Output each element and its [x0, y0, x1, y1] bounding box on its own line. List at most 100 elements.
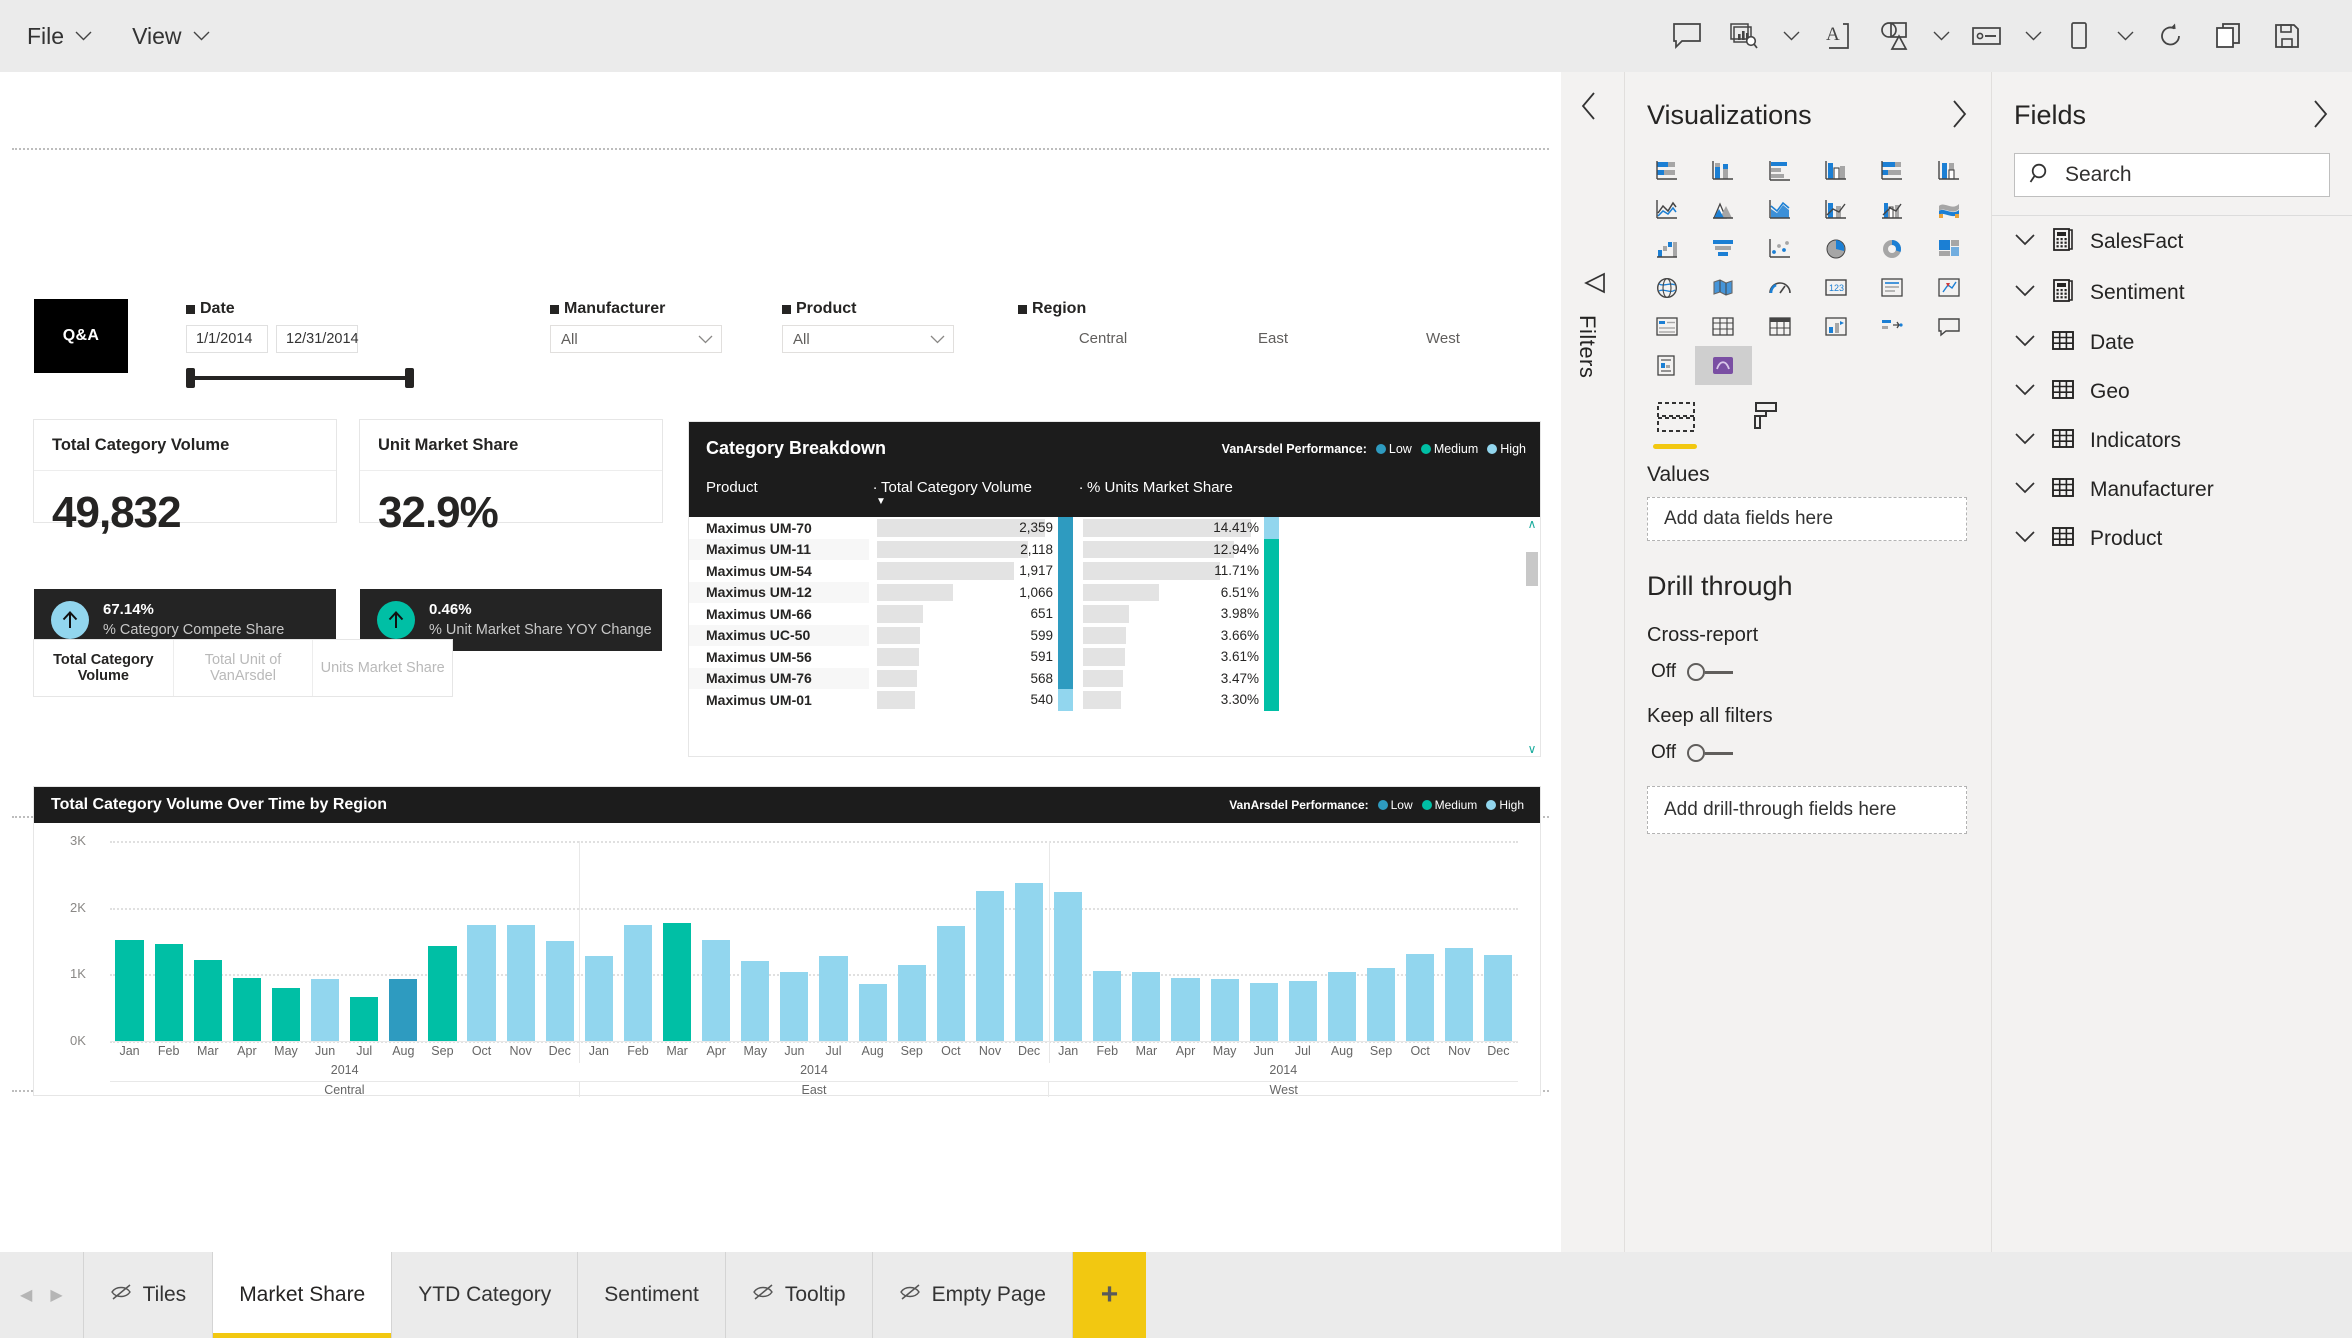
- custom-visual-icon[interactable]: [1695, 346, 1752, 385]
- refresh-icon[interactable]: [2142, 12, 2200, 60]
- table-row[interactable]: Maximus UM-12 1,066 6.51%: [689, 581, 1540, 603]
- line-chart-icon[interactable]: [1639, 190, 1695, 229]
- chart-bar[interactable]: [819, 956, 848, 1041]
- kpi-card-total-category-volume[interactable]: Total Category Volume 49,832: [34, 420, 336, 537]
- phone-layout-chevron-down-icon[interactable]: [2108, 12, 2142, 60]
- stacked-bar-chart-icon[interactable]: [1639, 151, 1695, 190]
- date-end-input[interactable]: 12/31/2014: [276, 325, 359, 353]
- clustered-column-chart-icon[interactable]: [1808, 151, 1864, 190]
- matrix-icon[interactable]: [1752, 307, 1808, 346]
- table-scrollbar[interactable]: [1526, 552, 1538, 586]
- region-item-east[interactable]: East: [1188, 330, 1358, 347]
- table-scroll-down-icon[interactable]: ∨: [1525, 742, 1539, 756]
- visual-gallery-icon[interactable]: [1716, 12, 1774, 60]
- measure-tab-total-category-volume[interactable]: Total Category Volume: [34, 640, 174, 696]
- table-row[interactable]: Maximus UM-54 1,917 11.71%: [689, 560, 1540, 582]
- multi-row-card-icon[interactable]: [1864, 268, 1920, 307]
- table-row[interactable]: Maximus UM-70 2,359 14.41%: [689, 517, 1540, 539]
- slicer-icon[interactable]: [1639, 307, 1695, 346]
- measure-tab-units-market-share[interactable]: Units Market Share: [313, 640, 452, 696]
- table-row[interactable]: Maximus UM-66 651 3.98%: [689, 603, 1540, 625]
- filters-pane-label[interactable]: Filters: [1574, 315, 1600, 378]
- stacked-area-chart-icon[interactable]: [1752, 190, 1808, 229]
- line-stacked-column-chart-icon[interactable]: [1808, 190, 1864, 229]
- save-icon[interactable]: [2258, 12, 2316, 60]
- chart-bar[interactable]: [1054, 892, 1083, 1041]
- 100-stacked-bar-chart-icon[interactable]: [1864, 151, 1920, 190]
- fields-table-geo[interactable]: Geo: [1992, 367, 2352, 416]
- cross-report-toggle[interactable]: [1687, 662, 1733, 682]
- slider-handle-left[interactable]: [186, 368, 195, 388]
- r-script-visual-icon[interactable]: [1808, 307, 1864, 346]
- page-tab-empty-page[interactable]: Empty Page: [871, 1252, 1072, 1338]
- kpi-icon[interactable]: [1921, 268, 1977, 307]
- table-icon[interactable]: [1695, 307, 1751, 346]
- format-tab[interactable]: [1741, 401, 1787, 447]
- page-tab-market-share[interactable]: Market Share: [212, 1252, 392, 1338]
- page-tab-ytd-category[interactable]: YTD Category: [391, 1252, 578, 1338]
- line-clustered-column-chart-icon[interactable]: [1864, 190, 1920, 229]
- chart-bar[interactable]: [545, 941, 574, 1041]
- chart-bar[interactable]: [858, 983, 887, 1041]
- chart-bar[interactable]: [271, 988, 301, 1041]
- values-well-dropzone[interactable]: Add data fields here: [1647, 497, 1967, 541]
- fields-table-product[interactable]: Product: [1992, 514, 2352, 563]
- table-row[interactable]: Maximus UM-76 568 3.47%: [689, 667, 1540, 689]
- filter-funnel-icon[interactable]: [1581, 272, 1607, 297]
- clustered-bar-chart-icon[interactable]: [1752, 151, 1808, 190]
- kpi-card-unit-market-share[interactable]: Unit Market Share 32.9%: [360, 420, 662, 537]
- page-next-icon[interactable]: ▶: [50, 1285, 62, 1305]
- chart-bar[interactable]: [428, 945, 457, 1041]
- date-range-slider[interactable]: [186, 365, 414, 391]
- chart-bar[interactable]: [897, 965, 926, 1041]
- chart-bar[interactable]: [623, 925, 653, 1041]
- product-dropdown[interactable]: All: [782, 325, 954, 353]
- chevron-down-icon[interactable]: [2014, 530, 2036, 547]
- chart-bar[interactable]: [780, 971, 809, 1041]
- add-page-button[interactable]: +: [1071, 1252, 1146, 1338]
- 100-stacked-column-chart-icon[interactable]: [1921, 151, 1977, 190]
- pie-chart-icon[interactable]: [1808, 229, 1864, 268]
- slider-handle-right[interactable]: [405, 368, 414, 388]
- table-row[interactable]: Maximus UC-50 599 3.66%: [689, 624, 1540, 646]
- fields-table-salesfact[interactable]: SalesFact: [1992, 216, 2352, 267]
- page-tab-tooltip[interactable]: Tooltip: [724, 1252, 872, 1338]
- fields-search[interactable]: Search: [2014, 153, 2330, 197]
- text-box-icon[interactable]: A: [1808, 12, 1866, 60]
- key-influencers-icon[interactable]: [1864, 307, 1920, 346]
- chart-bar[interactable]: [467, 925, 496, 1041]
- card-icon[interactable]: 123: [1808, 268, 1864, 307]
- table-row[interactable]: Maximus UM-56 591 3.61%: [689, 646, 1540, 668]
- chart-bar[interactable]: [936, 926, 965, 1041]
- chart-bar[interactable]: [584, 956, 613, 1041]
- page-tab-tiles[interactable]: Tiles: [82, 1252, 213, 1338]
- chevron-down-icon[interactable]: [2014, 383, 2036, 400]
- ribbon-chart-icon[interactable]: [1921, 190, 1977, 229]
- filled-map-icon[interactable]: [1695, 268, 1751, 307]
- chevron-down-icon[interactable]: [2014, 334, 2036, 351]
- fields-table-sentiment[interactable]: Sentiment: [1992, 267, 2352, 318]
- chart-bar[interactable]: [1327, 971, 1357, 1041]
- table-row[interactable]: Maximus UM-01 540 3.30%: [689, 689, 1540, 711]
- menu-file[interactable]: File: [24, 18, 95, 55]
- chart-bar[interactable]: [1132, 972, 1161, 1041]
- chart-bar[interactable]: [663, 923, 692, 1041]
- chart-bar[interactable]: [1366, 967, 1396, 1041]
- menu-view[interactable]: View: [129, 18, 212, 55]
- region-item-central[interactable]: Central: [1018, 330, 1188, 347]
- visual-gallery-chevron-down-icon[interactable]: [1774, 12, 1808, 60]
- column-header-percent-units-market-share[interactable]: % Units Market Share .: [1075, 476, 1285, 496]
- phone-layout-icon[interactable]: [2050, 12, 2108, 60]
- chart-bar[interactable]: [193, 960, 222, 1041]
- chevron-down-icon[interactable]: [2014, 432, 2036, 449]
- page-tab-sentiment[interactable]: Sentiment: [577, 1252, 725, 1338]
- chart-bar[interactable]: [115, 940, 144, 1041]
- paginated-report-icon[interactable]: [1639, 346, 1695, 385]
- area-chart-icon[interactable]: [1695, 190, 1751, 229]
- shapes-icon[interactable]: [1866, 12, 1924, 60]
- chart-bar[interactable]: [1406, 953, 1435, 1041]
- buttons-chevron-down-icon[interactable]: [2016, 12, 2050, 60]
- scatter-chart-icon[interactable]: [1752, 229, 1808, 268]
- chart-bar[interactable]: [702, 940, 731, 1041]
- chart-bar[interactable]: [741, 961, 770, 1041]
